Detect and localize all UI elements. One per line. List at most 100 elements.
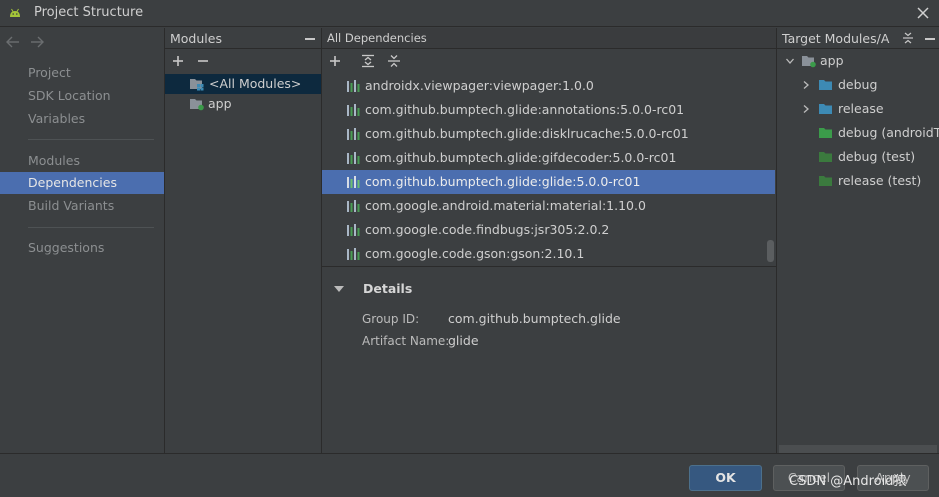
dependency-label: com.github.bumptech.glide:annotations:5.…: [365, 102, 685, 117]
module-folder-icon: [802, 56, 816, 68]
nav-item-project[interactable]: Project: [0, 62, 164, 84]
target-item-label: debug (test): [838, 149, 916, 164]
dependency-label: com.github.bumptech.glide:disklrucache:5…: [365, 126, 689, 141]
settings-nav: Project SDK Location Variables Modules D…: [0, 28, 165, 453]
nav-item-variables[interactable]: Variables: [0, 108, 164, 130]
dependency-list: androidx.viewpager:viewpager:1.0.0 com.g…: [322, 74, 777, 266]
module-item-all-modules[interactable]: <All Modules>: [165, 74, 321, 94]
nav-divider: [28, 227, 154, 228]
dependency-row-selected[interactable]: com.github.bumptech.glide:glide:5.0.0-rc…: [322, 170, 775, 194]
chevron-right-icon[interactable]: [801, 104, 811, 114]
target-modules-header: Target Modules/A: [777, 28, 939, 49]
modules-header: Modules: [165, 28, 321, 49]
modules-group-icon: [190, 79, 204, 91]
dependency-row[interactable]: com.github.bumptech.glide:gifdecoder:5.0…: [322, 146, 775, 170]
test-source-folder-icon: [819, 152, 832, 162]
source-folder-icon: [819, 80, 832, 90]
test-source-folder-icon: [819, 128, 832, 138]
nav-item-build-variants[interactable]: Build Variants: [0, 195, 164, 217]
dependency-label: com.google.android.material:material:1.1…: [365, 198, 646, 213]
target-item-label: release: [838, 101, 884, 116]
library-icon: [347, 224, 360, 236]
collapse-all-icon[interactable]: [386, 53, 402, 69]
module-item-label: app: [208, 96, 232, 111]
dependencies-header-label: All Dependencies: [327, 31, 427, 45]
library-icon: [347, 248, 360, 260]
dependencies-toolbar: [322, 50, 776, 72]
library-icon: [347, 152, 360, 164]
library-icon: [347, 128, 360, 140]
library-icon: [347, 104, 360, 116]
test-source-folder-icon: [819, 176, 832, 186]
nav-item-suggestions[interactable]: Suggestions: [0, 237, 164, 259]
target-modules-header-label: Target Modules/A: [782, 31, 890, 46]
module-item-app[interactable]: app: [165, 94, 321, 114]
target-item-release[interactable]: release: [777, 99, 939, 119]
dependency-row[interactable]: com.github.bumptech.glide:annotations:5.…: [322, 98, 775, 122]
minimize-icon[interactable]: [305, 38, 315, 40]
module-item-label: <All Modules>: [209, 76, 302, 91]
group-id-label: Group ID:: [362, 312, 420, 326]
dialog-button-bar: OK Cancel Apply CSDN @Android猿: [0, 453, 939, 497]
library-icon: [347, 176, 360, 188]
target-item-release-test[interactable]: release (test): [777, 171, 939, 191]
watermark: CSDN @Android猿: [789, 474, 907, 489]
chevron-down-icon[interactable]: [785, 56, 795, 66]
collapse-all-icon[interactable]: [901, 31, 915, 45]
dependencies-header: All Dependencies: [322, 28, 776, 49]
details-splitter[interactable]: [322, 266, 777, 267]
dependency-label: com.github.bumptech.glide:glide:5.0.0-rc…: [365, 174, 641, 189]
library-icon: [347, 200, 360, 212]
close-icon[interactable]: [913, 3, 933, 23]
details-title: Details: [363, 281, 413, 296]
dependencies-panel: All Dependencies androidx.viewpager:view…: [322, 28, 777, 453]
target-item-app[interactable]: app: [777, 51, 939, 71]
target-item-debug-android-test[interactable]: debug (androidTest): [777, 123, 939, 143]
target-item-debug-test[interactable]: debug (test): [777, 147, 939, 167]
dependency-row[interactable]: com.google.android.material:material:1.1…: [322, 194, 775, 218]
target-item-label: debug (androidTest): [838, 125, 939, 140]
group-id-value: com.github.bumptech.glide: [448, 311, 621, 326]
nav-item-sdk-location[interactable]: SDK Location: [0, 85, 164, 107]
target-item-debug[interactable]: debug: [777, 75, 939, 95]
dependency-label: com.github.bumptech.glide:gifdecoder:5.0…: [365, 150, 677, 165]
dependency-row[interactable]: androidx.viewpager:viewpager:1.0.0: [322, 74, 775, 98]
artifact-name-label: Artifact Name:: [362, 334, 450, 348]
remove-icon[interactable]: [195, 53, 211, 69]
target-item-label: debug: [838, 77, 878, 92]
expand-all-icon[interactable]: [360, 53, 376, 69]
history-arrows: [4, 34, 52, 50]
dependency-list-scrollbar[interactable]: [767, 240, 774, 262]
dependency-row[interactable]: com.github.bumptech.glide:disklrucache:5…: [322, 122, 775, 146]
chevron-right-icon[interactable]: [801, 80, 811, 90]
artifact-name-value: glide: [448, 333, 479, 348]
library-icon: [347, 80, 360, 92]
target-modules-panel: Target Modules/A app debug release debug…: [777, 28, 939, 453]
window-title: Project Structure: [34, 5, 144, 20]
target-item-label: release (test): [838, 173, 922, 188]
modules-panel: Modules <All Modules> app: [165, 28, 322, 453]
target-item-label: app: [820, 53, 844, 68]
dependency-row[interactable]: com.google.code.findbugs:jsr305:2.0.2: [322, 218, 775, 242]
android-studio-icon: [10, 8, 20, 17]
module-folder-icon: [190, 99, 204, 111]
nav-divider: [28, 139, 154, 140]
collapse-triangle-icon: [334, 286, 344, 292]
nav-item-dependencies[interactable]: Dependencies: [0, 172, 164, 194]
title-bar: Project Structure: [0, 0, 939, 27]
dependency-row[interactable]: com.google.code.gson:gson:2.10.1: [322, 242, 775, 266]
source-folder-icon: [819, 104, 832, 114]
nav-item-modules[interactable]: Modules: [0, 150, 164, 172]
dependency-label: androidx.viewpager:viewpager:1.0.0: [365, 78, 594, 93]
dependency-label: com.google.code.findbugs:jsr305:2.0.2: [365, 222, 610, 237]
dependency-label: com.google.code.gson:gson:2.10.1: [365, 246, 585, 261]
forward-arrow-icon[interactable]: [28, 34, 46, 50]
back-arrow-icon[interactable]: [4, 34, 22, 50]
modules-header-label: Modules: [170, 31, 222, 46]
target-modules-scrollbar[interactable]: [779, 445, 937, 453]
add-icon[interactable]: [170, 53, 186, 69]
minimize-icon[interactable]: [925, 38, 935, 40]
ok-button[interactable]: OK: [689, 465, 762, 491]
add-dependency-icon[interactable]: [327, 53, 343, 69]
modules-toolbar: [165, 50, 321, 72]
